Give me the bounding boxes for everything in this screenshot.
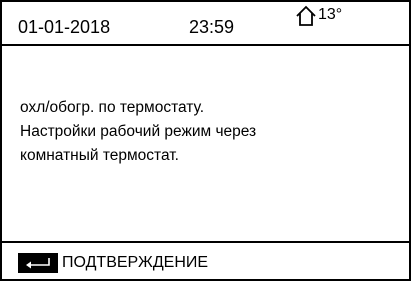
- enter-key-icon: [18, 253, 58, 273]
- controller-screen: 01-01-2018 23:59 13° охл/обогр. по термо…: [0, 0, 411, 281]
- outdoor-temperature-value: 13°: [318, 6, 343, 23]
- message-line: комнатный термостат.: [20, 147, 179, 164]
- house-outline-icon: [296, 5, 316, 26]
- info-message: охл/обогр. по термостату. Настройки рабо…: [20, 96, 400, 168]
- confirm-label: ПОДТВЕРЖДЕНИЕ: [62, 254, 209, 271]
- time-display: 23:59: [189, 17, 235, 37]
- action-bar: ПОДТВЕРЖДЕНИЕ: [2, 241, 409, 281]
- outdoor-temperature: 13°: [295, 5, 342, 29]
- message-line: Настройки рабочий режим через: [20, 123, 257, 140]
- message-line: охл/обогр. по термостату.: [20, 99, 205, 116]
- status-bar: 01-01-2018 23:59 13°: [2, 2, 409, 46]
- date-display: 01-01-2018: [18, 17, 111, 37]
- confirm-button[interactable]: ПОДТВЕРЖДЕНИЕ: [18, 251, 208, 275]
